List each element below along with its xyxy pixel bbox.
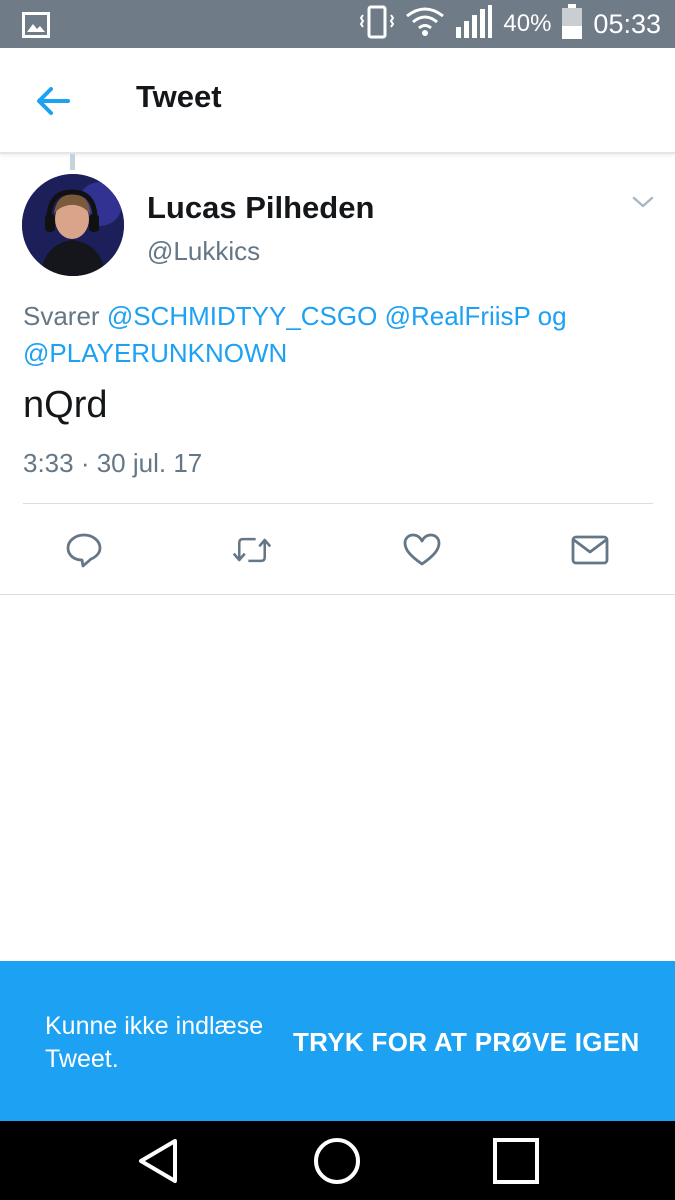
nav-recents-icon[interactable] xyxy=(490,1135,542,1187)
reply-prefix: Svarer xyxy=(23,301,100,331)
page-title: Tweet xyxy=(136,79,222,114)
divider xyxy=(0,594,675,595)
nav-back-icon[interactable] xyxy=(133,1135,185,1187)
mention-link[interactable]: @SCHMIDTYY_CSGO xyxy=(107,301,378,331)
author-name[interactable]: Lucas Pilheden xyxy=(147,190,374,226)
clock: 05:33 xyxy=(593,8,661,39)
heart-icon[interactable] xyxy=(402,530,442,570)
reply-context: Svarer @SCHMIDTYY_CSGO @RealFriisP og @P… xyxy=(23,298,643,372)
status-bar: 40% 05:33 xyxy=(0,0,675,48)
image-icon xyxy=(22,12,50,43)
envelope-icon[interactable] xyxy=(570,530,610,570)
reply-icon[interactable] xyxy=(64,530,104,570)
vibrate-icon xyxy=(359,4,395,45)
battery-icon xyxy=(561,3,583,45)
retweet-icon[interactable] xyxy=(232,530,272,570)
mention-link[interactable]: @RealFriisP xyxy=(385,301,531,331)
retry-button[interactable]: TRYK FOR AT PRØVE IGEN xyxy=(293,1027,640,1058)
nav-home-icon[interactable] xyxy=(311,1135,363,1187)
navigation-bar xyxy=(0,1121,675,1200)
app-bar: Tweet xyxy=(0,48,675,154)
error-message: Kunne ikke indlæse Tweet. xyxy=(45,1012,264,1073)
tweet-timestamp: 3:33 · 30 jul. 17 xyxy=(23,448,203,478)
error-snackbar: Kunne ikke indlæse Tweet. TRYK FOR AT PR… xyxy=(0,961,675,1121)
wifi-icon xyxy=(405,6,445,43)
thread-connector xyxy=(70,154,75,170)
reply-joiner: og xyxy=(537,301,567,331)
arrow-left-icon[interactable] xyxy=(30,78,76,124)
mention-link[interactable]: @PLAYERUNKNOWN xyxy=(23,338,287,368)
battery-percent: 40% xyxy=(503,10,552,37)
chevron-down-icon[interactable] xyxy=(630,192,656,212)
avatar[interactable] xyxy=(22,174,124,276)
divider xyxy=(23,503,653,504)
signal-icon xyxy=(455,4,493,44)
author-handle[interactable]: @Lukkics xyxy=(147,236,260,267)
tweet-text: nQrd xyxy=(23,384,108,426)
